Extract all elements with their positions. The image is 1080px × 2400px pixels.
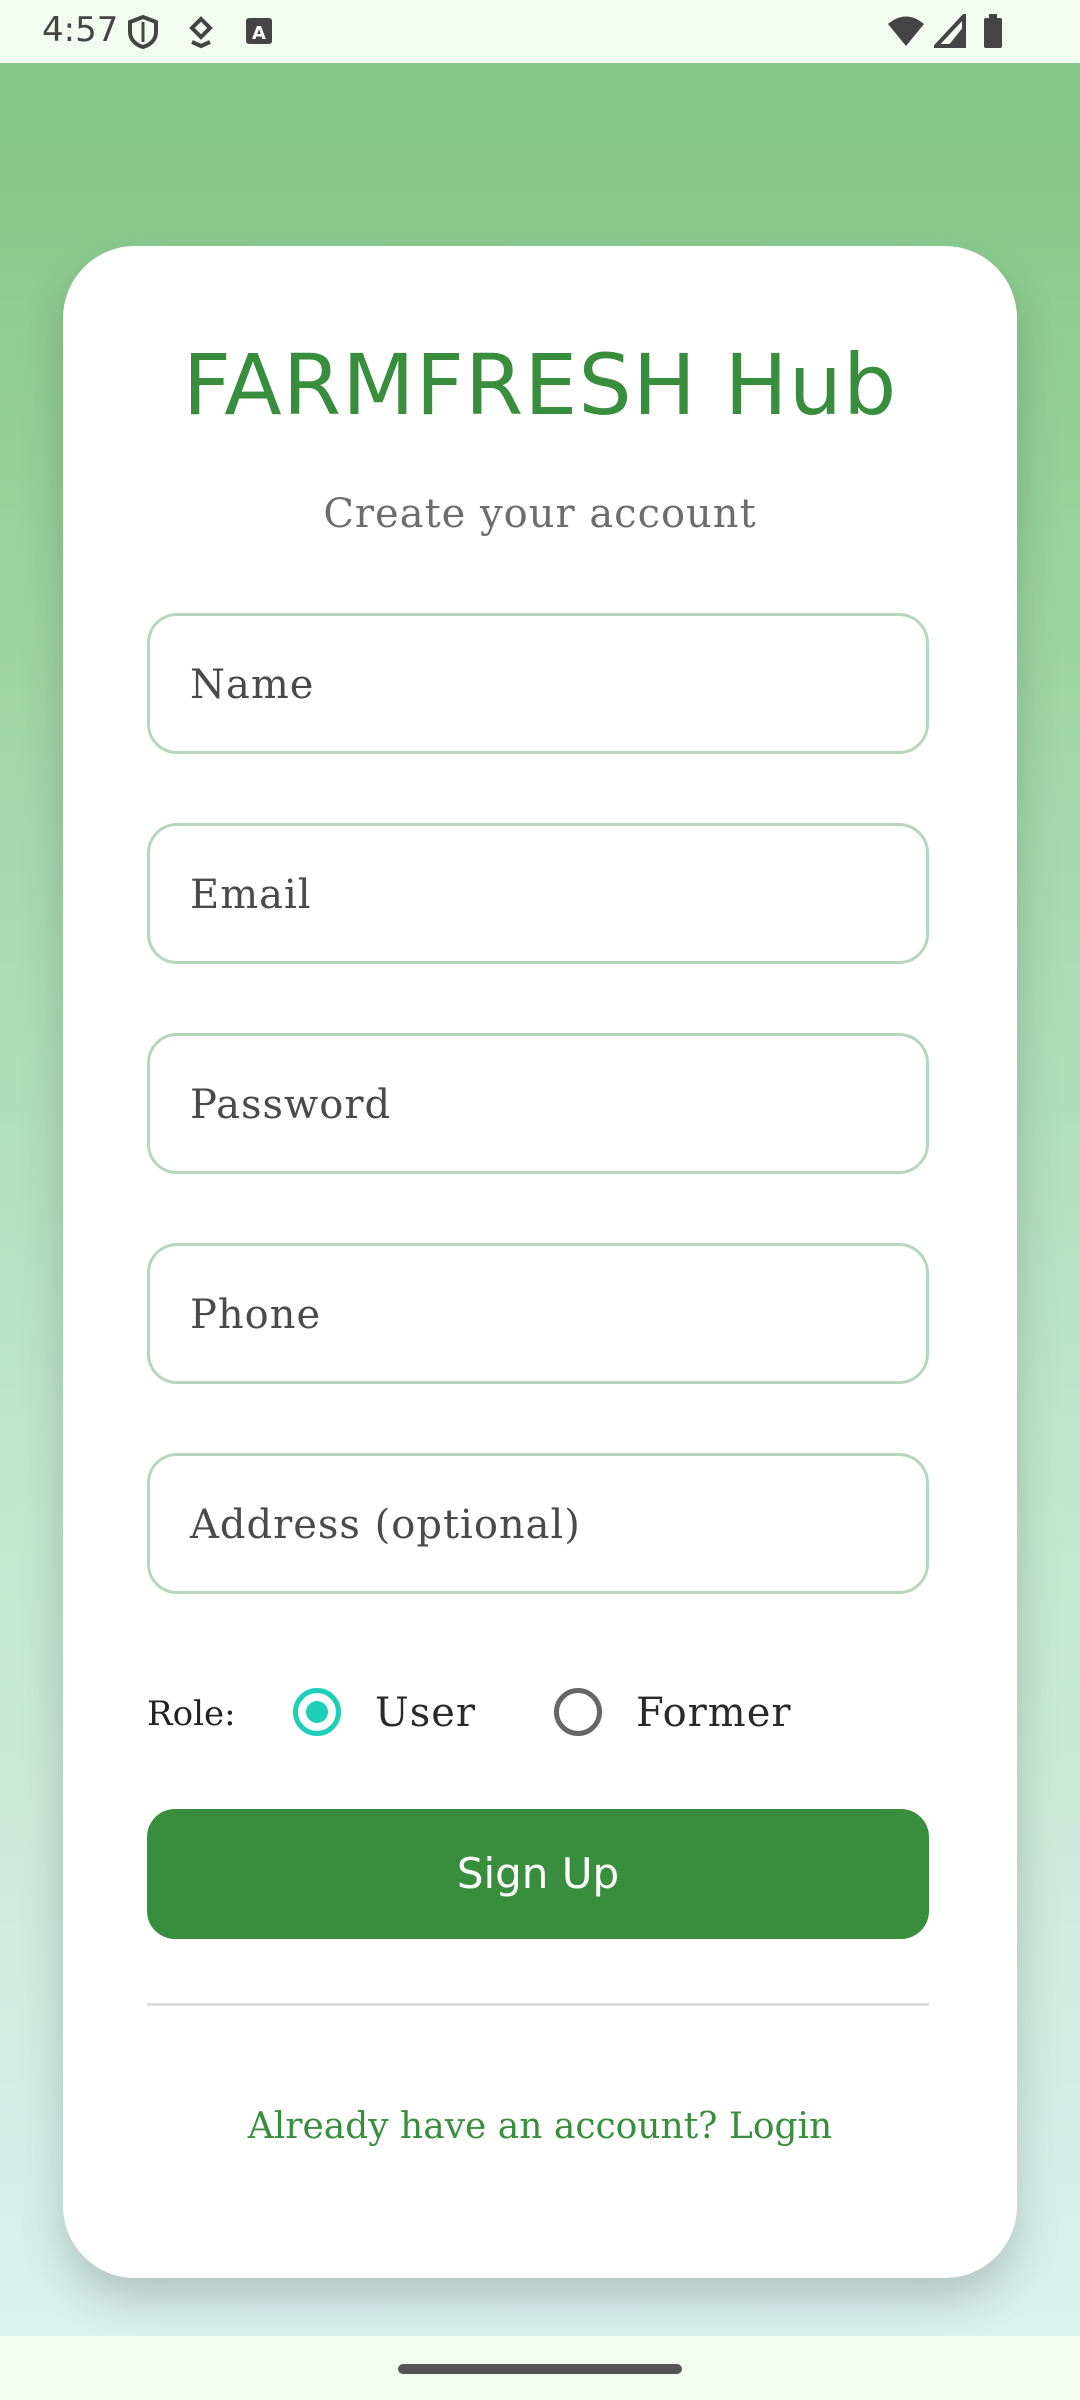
login-link[interactable]: Already have an account? Login — [63, 2106, 1017, 2147]
wifi-icon — [886, 14, 926, 54]
role-former-radio[interactable] — [554, 1688, 602, 1736]
password-placeholder: Password — [190, 1082, 392, 1128]
app-background: FARMFRESH Hub Create your account Name E… — [0, 63, 1080, 2336]
signup-card: FARMFRESH Hub Create your account Name E… — [63, 246, 1017, 2278]
role-former-label[interactable]: Former — [636, 1690, 792, 1736]
password-field[interactable]: Password — [147, 1033, 929, 1174]
role-user-radio[interactable] — [293, 1688, 341, 1736]
keyboard-a-icon: A — [244, 14, 274, 52]
name-field[interactable]: Name — [147, 613, 929, 754]
address-field[interactable]: Address (optional) — [147, 1453, 929, 1594]
page-subtitle: Create your account — [323, 491, 757, 537]
home-gesture-handle[interactable] — [398, 2364, 682, 2374]
email-placeholder: Email — [190, 872, 312, 918]
status-time: 4:57 — [42, 10, 119, 50]
status-bar: 4:57 A — [0, 0, 1080, 63]
phone-field[interactable]: Phone — [147, 1243, 929, 1384]
email-field[interactable]: Email — [147, 823, 929, 964]
name-placeholder: Name — [190, 662, 315, 708]
role-label: Role: — [147, 1694, 236, 1734]
cellular-signal-icon — [931, 10, 966, 54]
role-user-label[interactable]: User — [375, 1690, 476, 1736]
download-icon — [186, 14, 216, 54]
svg-text:A: A — [252, 23, 266, 44]
phone-placeholder: Phone — [190, 1292, 322, 1338]
battery-icon — [982, 14, 1004, 54]
divider — [147, 2003, 929, 2006]
address-placeholder: Address (optional) — [190, 1502, 581, 1548]
role-selector: Role: User Former — [147, 1676, 929, 1756]
shield-icon — [126, 14, 160, 54]
sign-up-button[interactable]: Sign Up — [147, 1809, 929, 1939]
app-title: FARMFRESH Hub — [182, 336, 898, 434]
